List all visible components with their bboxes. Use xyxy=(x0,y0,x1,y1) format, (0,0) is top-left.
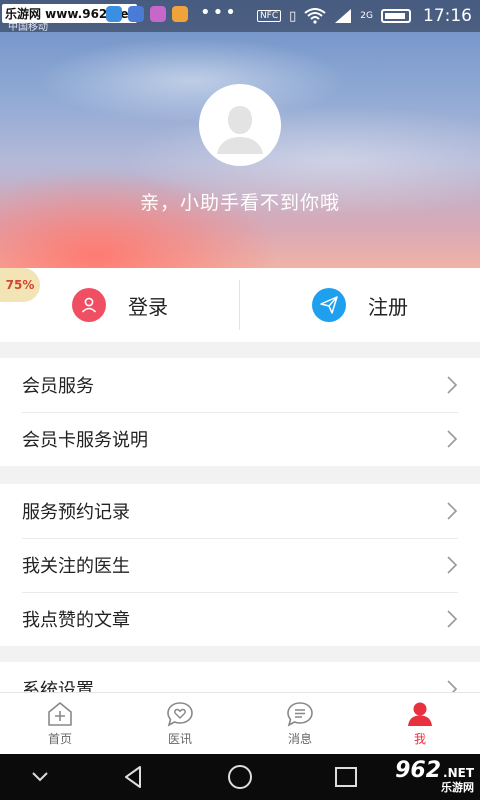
network-type-label: 2G xyxy=(360,11,373,21)
vibrate-icon: ▯ xyxy=(289,8,297,24)
status-icons: NFC ▯ 2G 17:16 xyxy=(256,6,472,26)
tab-label: 医讯 xyxy=(167,732,192,746)
chevron-right-icon xyxy=(447,430,458,448)
screen: 亲，小助手看不到你哦 乐游网 www.962.net 中国移动 ••• NFC … xyxy=(0,0,480,800)
nfc-icon: NFC xyxy=(256,10,282,22)
menu-group-activity: 服务预约记录 我关注的医生 我点赞的文章 xyxy=(0,484,480,646)
signal-icon xyxy=(335,9,352,23)
message-icon xyxy=(287,702,313,727)
profile-header: 亲，小助手看不到你哦 xyxy=(0,0,480,268)
avatar[interactable] xyxy=(199,84,281,166)
chevron-right-icon xyxy=(447,610,458,628)
tab-home[interactable]: 首页 xyxy=(0,693,120,755)
notification-icons xyxy=(106,6,188,22)
recent-apps-icon[interactable] xyxy=(334,766,358,788)
tab-messages[interactable]: 消息 xyxy=(240,693,360,755)
user-icon xyxy=(72,288,106,322)
menu-item-label: 我点赞的文章 xyxy=(22,610,130,631)
home-icon xyxy=(48,702,72,726)
menu-item-label: 服务预约记录 xyxy=(22,502,130,523)
site-logo-watermark: 962 .NET 乐游网 xyxy=(395,758,474,795)
bottom-tab-bar: 首页 医讯 消息 我 xyxy=(0,692,480,754)
login-prompt-text: 亲，小助手看不到你哦 xyxy=(139,192,340,214)
app-notification-icon xyxy=(106,6,122,22)
floating-speed-badge[interactable]: 75% xyxy=(0,268,40,302)
menu-item-label: 我关注的医生 xyxy=(22,556,130,577)
tab-news[interactable]: 医讯 xyxy=(120,693,240,755)
chevron-right-icon xyxy=(447,502,458,520)
tab-me[interactable]: 我 xyxy=(360,693,480,755)
app-notification-icon xyxy=(150,6,166,22)
watermark-number: 962 xyxy=(395,758,442,783)
tab-label: 我 xyxy=(413,732,426,746)
menu-item-membership-service[interactable]: 会员服务 xyxy=(0,358,480,412)
menu-item-label: 会员服务 xyxy=(22,376,94,397)
status-bar: 乐游网 www.962.net 中国移动 ••• NFC ▯ 2G 17:16 xyxy=(0,0,480,33)
register-button[interactable]: 注册 xyxy=(240,268,480,342)
profile-icon xyxy=(408,702,432,726)
auth-row: 登录 注册 xyxy=(0,268,480,342)
heart-chat-icon xyxy=(167,702,193,727)
app-notification-icon xyxy=(172,6,188,22)
login-label: 登录 xyxy=(128,294,168,319)
app-notification-icon xyxy=(128,6,144,22)
default-avatar-icon xyxy=(217,106,263,154)
menu-item-liked-articles[interactable]: 我点赞的文章 xyxy=(0,592,480,646)
tab-label: 首页 xyxy=(47,732,72,746)
watermark-suffix: .NET xyxy=(443,766,474,780)
menu-item-followed-doctors[interactable]: 我关注的医生 xyxy=(0,538,480,592)
menu-item-appointment-records[interactable]: 服务预约记录 xyxy=(0,484,480,538)
menu-item-label: 会员卡服务说明 xyxy=(22,430,148,451)
divider xyxy=(239,280,240,330)
back-icon[interactable] xyxy=(120,764,146,790)
menu-item-membership-card-info[interactable]: 会员卡服务说明 xyxy=(0,412,480,466)
home-button-icon[interactable] xyxy=(226,764,254,792)
hide-nav-icon[interactable] xyxy=(30,770,50,784)
register-label: 注册 xyxy=(368,294,408,319)
carrier-label: 中国移动 xyxy=(8,22,48,33)
battery-icon xyxy=(381,9,411,23)
system-navigation-bar: 962 .NET 乐游网 xyxy=(0,754,480,800)
clock: 17:16 xyxy=(423,6,472,26)
chevron-right-icon xyxy=(447,376,458,394)
more-notifications-icon: ••• xyxy=(200,2,238,23)
tab-label: 消息 xyxy=(287,732,312,746)
chevron-right-icon xyxy=(447,556,458,574)
paper-plane-icon xyxy=(312,288,346,322)
wifi-icon xyxy=(304,8,326,24)
menu-group-membership: 会员服务 会员卡服务说明 xyxy=(0,358,480,466)
